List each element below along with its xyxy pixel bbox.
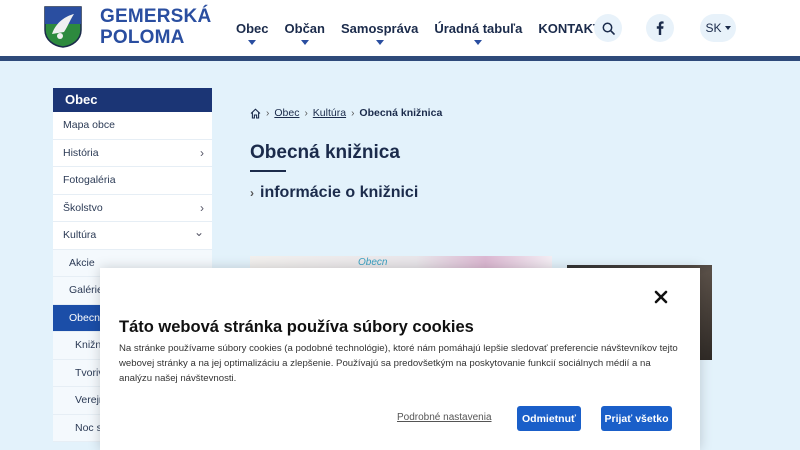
caret-down-icon [248, 40, 257, 45]
accept-all-cookies-button[interactable]: Prijať všetko [601, 406, 672, 431]
sidebar-item-label: Kultúra [63, 229, 97, 241]
header-divider [0, 56, 800, 61]
cookie-description: Na stránke používame súbory cookies (a p… [119, 343, 678, 384]
breadcrumb-link-obec[interactable]: Obec [274, 107, 299, 119]
caret-down-icon [724, 26, 731, 30]
main-nav: Obec Občan Samospráva Úradná tabuľa KONT… [228, 0, 618, 56]
home-icon[interactable] [250, 107, 261, 119]
sidebar-title: Obec [53, 88, 212, 112]
caret-down-icon [474, 40, 483, 45]
sidebar-item-label: Galérie [69, 284, 103, 296]
photo-caption: Obecn [358, 257, 388, 268]
nav-item-obec[interactable]: Obec [228, 0, 277, 56]
logo-line-1: GEMERSKÁ [100, 6, 212, 27]
breadcrumb-current: Obecná knižnica [359, 107, 443, 119]
breadcrumb-link-kultura[interactable]: Kultúra [313, 107, 346, 119]
site-header: GEMERSKÁ POLOMA Obec Občan Samospráva Úr… [0, 0, 800, 56]
breadcrumb-separator: › [266, 107, 270, 119]
chevron-right-icon: › [250, 186, 254, 200]
language-selector[interactable]: SK [700, 14, 736, 42]
site-logo-text[interactable]: GEMERSKÁ POLOMA [100, 6, 211, 48]
nav-label: Občan [284, 20, 325, 36]
chevron-right-icon[interactable]: › [200, 195, 204, 222]
sidebar-item-historia[interactable]: História › [53, 139, 212, 167]
language-label: SK [705, 21, 722, 35]
facebook-button[interactable] [646, 14, 674, 42]
sidebar-item-kultura[interactable]: Kultúra ⌄ [53, 222, 212, 250]
nav-label: Obec [236, 20, 269, 36]
cookie-settings-link[interactable]: Podrobné nastavenia [397, 412, 492, 423]
sidebar-item-label: Mapa obce [63, 119, 115, 131]
library-info-link[interactable]: › informácie o knižnici [250, 184, 418, 202]
chevron-right-icon[interactable]: › [200, 140, 204, 167]
page-title: Obecná knižnica [250, 142, 400, 163]
reject-cookies-button[interactable]: Odmietnuť [517, 406, 581, 431]
nav-item-uradna-tabula[interactable]: Úradná tabuľa [426, 0, 530, 56]
search-button[interactable] [594, 14, 622, 42]
cookie-consent-dialog: Táto webová stránka používa súbory cooki… [100, 268, 700, 450]
library-info-label: informácie o knižnici [260, 184, 419, 201]
sidebar-item-label: História [63, 146, 99, 159]
nav-item-obcan[interactable]: Občan [277, 0, 333, 56]
nav-label: Samospráva [340, 20, 419, 36]
sidebar-item-label: Fotogaléria [63, 174, 116, 186]
sidebar-item-fotogaleria[interactable]: Fotogaléria [53, 167, 212, 195]
caret-down-icon [375, 40, 384, 45]
cookie-title: Táto webová stránka používa súbory cooki… [119, 318, 474, 336]
sidebar-item-mapa-obce[interactable]: Mapa obce [53, 112, 212, 140]
chevron-down-icon[interactable]: ⌄ [194, 222, 204, 246]
title-underline [250, 170, 286, 172]
sidebar-item-label: Školstvo [63, 201, 103, 214]
search-icon [602, 22, 615, 35]
sidebar-item-label: Akcie [69, 256, 95, 269]
nav-label: Úradná tabuľa [434, 20, 523, 36]
breadcrumb-separator: › [351, 107, 355, 119]
coat-of-arms-logo[interactable] [44, 6, 82, 48]
breadcrumb: › Obec › Kultúra › Obecná knižnica [250, 107, 442, 119]
nav-item-samosprava[interactable]: Samospráva [333, 0, 426, 56]
sidebar-item-skolstvo[interactable]: Školstvo › [53, 194, 212, 222]
logo-line-2: POLOMA [100, 27, 185, 48]
close-icon[interactable] [652, 288, 670, 306]
facebook-icon [656, 21, 664, 35]
caret-down-icon [300, 40, 309, 45]
breadcrumb-separator: › [304, 107, 308, 119]
